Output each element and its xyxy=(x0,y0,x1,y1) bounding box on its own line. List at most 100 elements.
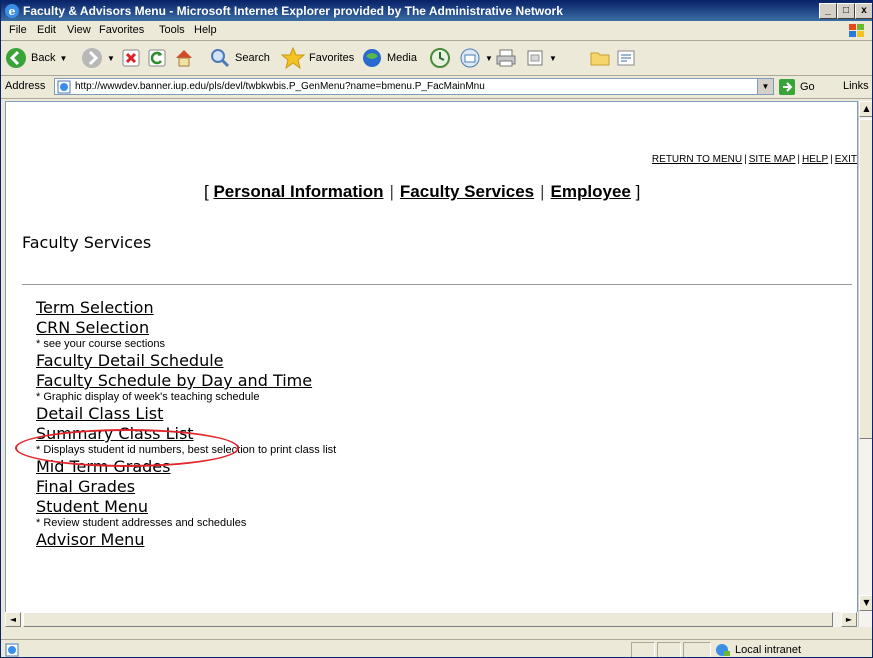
browser-window: e Faculty & Advisors Menu - Microsoft In… xyxy=(0,0,873,658)
refresh-button[interactable] xyxy=(147,46,167,70)
document-edit-icon xyxy=(527,50,543,66)
back-label: Back xyxy=(31,52,56,64)
address-input[interactable]: http://wwwdev.banner.iup.edu/pls/devl/tw… xyxy=(54,78,774,95)
go-button[interactable]: Go xyxy=(779,79,815,95)
discuss-button[interactable] xyxy=(589,46,611,70)
advisor-menu-link[interactable]: Advisor Menu xyxy=(36,530,144,550)
faculty-schedule-by-day-link[interactable]: Faculty Schedule by Day and Time xyxy=(36,371,312,391)
chevron-down-icon[interactable]: ▼ xyxy=(59,54,67,63)
star-icon xyxy=(281,47,305,69)
title-bar: e Faculty & Advisors Menu - Microsoft In… xyxy=(1,1,872,21)
list-item: Student Menu * Review student addresses a… xyxy=(36,497,336,530)
window-title: Faculty & Advisors Menu - Microsoft Inte… xyxy=(23,4,563,18)
maximize-button[interactable]: □ xyxy=(837,3,855,19)
search-button[interactable]: Search xyxy=(209,46,270,70)
scroll-right-icon[interactable]: ► xyxy=(841,612,857,627)
exit-link[interactable]: EXIT xyxy=(835,154,857,165)
item-description: * see your course sections xyxy=(36,338,166,350)
security-zone: Local intranet xyxy=(715,642,802,657)
links-toolbar[interactable]: Links xyxy=(843,80,869,92)
list-item: Detail Class List xyxy=(36,404,336,424)
student-menu-link[interactable]: Student Menu xyxy=(36,497,148,517)
scroll-down-icon[interactable]: ▼ xyxy=(859,595,872,611)
mail-button[interactable]: ▼ xyxy=(459,46,493,70)
tab-faculty-services[interactable]: Faculty Services xyxy=(400,182,534,201)
faculty-detail-schedule-link[interactable]: Faculty Detail Schedule xyxy=(36,351,224,371)
mail-icon xyxy=(460,48,480,68)
svg-text:e: e xyxy=(9,5,16,18)
status-pane xyxy=(631,642,655,657)
close-button[interactable]: x xyxy=(855,3,872,19)
back-button[interactable]: Back ▼ xyxy=(5,46,67,70)
vertical-scrollbar[interactable]: ▲ ▼ xyxy=(858,101,872,627)
help-link[interactable]: HELP xyxy=(802,154,828,165)
item-description: * Graphic display of week's teaching sch… xyxy=(36,391,260,403)
list-item: Final Grades xyxy=(36,477,336,497)
search-icon xyxy=(211,49,230,68)
chevron-down-icon[interactable]: ▼ xyxy=(485,54,493,63)
item-description: * Review student addresses and schedules xyxy=(36,517,247,529)
list-item: Faculty Detail Schedule xyxy=(36,351,336,371)
address-label: Address xyxy=(5,80,46,92)
favorites-button[interactable]: Favorites xyxy=(281,46,354,70)
home-button[interactable] xyxy=(173,46,195,70)
stop-button[interactable] xyxy=(121,46,141,70)
favorites-label: Favorites xyxy=(309,52,355,64)
page-status-icon xyxy=(5,643,19,657)
status-pane xyxy=(657,642,681,657)
scroll-thumb[interactable] xyxy=(23,612,833,627)
menu-favorites[interactable]: Favorites xyxy=(99,24,144,36)
scroll-up-icon[interactable]: ▲ xyxy=(859,101,872,117)
detail-class-list-link[interactable]: Detail Class List xyxy=(36,404,163,424)
return-to-menu-link[interactable]: RETURN TO MENU xyxy=(652,154,742,165)
page-content: RETURN TO MENU | SITE MAP | HELP | EXIT [ Pers… xyxy=(5,101,858,627)
tab-employee[interactable]: Employee xyxy=(551,182,631,201)
media-icon xyxy=(363,49,381,67)
media-label: Media xyxy=(387,52,417,64)
page-icon xyxy=(57,80,71,94)
print-button[interactable] xyxy=(495,46,517,70)
list-item: Faculty Schedule by Day and Time * Graphi… xyxy=(36,371,336,404)
bracket-close: ] xyxy=(635,182,641,201)
crn-selection-link[interactable]: CRN Selection xyxy=(36,318,149,338)
windows-flag-icon xyxy=(849,24,864,37)
menu-file[interactable]: File xyxy=(9,24,27,36)
scroll-thumb[interactable] xyxy=(859,119,872,439)
list-item: Advisor Menu xyxy=(36,530,336,550)
menu-tools[interactable]: Tools xyxy=(159,24,185,36)
zone-label: Local intranet xyxy=(735,644,802,656)
status-pane xyxy=(683,642,711,657)
intranet-globe-icon xyxy=(716,644,730,656)
history-button[interactable] xyxy=(429,46,451,70)
ie-logo-icon: e xyxy=(5,4,19,18)
address-url: http://wwwdev.banner.iup.edu/pls/devl/tw… xyxy=(75,81,485,92)
scroll-left-icon[interactable]: ◄ xyxy=(5,612,21,627)
term-selection-link[interactable]: Term Selection xyxy=(36,298,154,318)
media-button[interactable]: Media xyxy=(361,46,417,70)
messenger-button[interactable] xyxy=(615,46,637,70)
chevron-down-icon[interactable]: ▼ xyxy=(757,79,773,94)
chevron-down-icon[interactable]: ▼ xyxy=(549,54,557,63)
menu-help[interactable]: Help xyxy=(194,24,217,36)
bracket-open: [ xyxy=(204,182,209,201)
edit-button[interactable]: ▼ xyxy=(525,46,557,70)
history-icon xyxy=(430,48,450,68)
list-item: Term Selection xyxy=(36,298,336,318)
home-icon xyxy=(176,50,192,67)
highlight-oval xyxy=(15,429,239,467)
standard-toolbar: Back ▼ ▼ Search Favorites Media ▼ ▼ xyxy=(1,41,872,76)
divider xyxy=(22,284,852,285)
forward-button[interactable]: ▼ xyxy=(81,46,115,70)
menu-edit[interactable]: Edit xyxy=(37,24,56,36)
list-item: CRN Selection * see your course sections xyxy=(36,318,336,351)
menu-view[interactable]: View xyxy=(67,24,91,36)
horizontal-scrollbar[interactable]: ◄ ► xyxy=(5,612,858,627)
chevron-down-icon[interactable]: ▼ xyxy=(107,54,115,63)
printer-icon xyxy=(496,49,516,67)
stop-icon xyxy=(122,49,140,67)
final-grades-link[interactable]: Final Grades xyxy=(36,477,135,497)
tab-personal-information[interactable]: Personal Information xyxy=(213,182,383,201)
site-map-link[interactable]: SITE MAP xyxy=(749,154,796,165)
minimize-button[interactable]: _ xyxy=(819,3,837,19)
status-bar: Local intranet xyxy=(1,639,872,657)
